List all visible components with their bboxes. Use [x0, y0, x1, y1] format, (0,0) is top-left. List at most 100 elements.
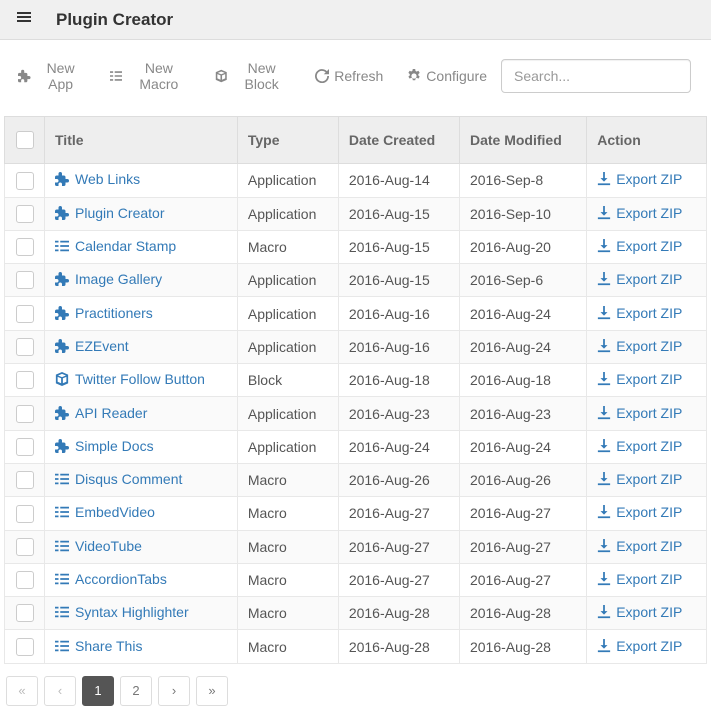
row-checkbox[interactable] — [16, 238, 34, 256]
table-row: Twitter Follow ButtonBlock2016-Aug-18201… — [5, 364, 707, 397]
plugin-title-link[interactable]: EZEvent — [55, 338, 129, 354]
plugin-title-link[interactable]: AccordionTabs — [55, 571, 167, 587]
row-checkbox[interactable] — [16, 271, 34, 289]
row-checkbox[interactable] — [16, 338, 34, 356]
plugin-created: 2016-Aug-28 — [338, 597, 459, 630]
download-icon — [597, 372, 611, 386]
plugin-title-link[interactable]: Plugin Creator — [55, 205, 165, 221]
download-icon — [597, 472, 611, 486]
row-checkbox[interactable] — [16, 205, 34, 223]
plugin-title-link[interactable]: Simple Docs — [55, 438, 154, 454]
plugin-title-link[interactable]: Calendar Stamp — [55, 238, 176, 254]
configure-button[interactable]: Configure — [397, 62, 497, 90]
plugin-title-text: Plugin Creator — [75, 205, 165, 221]
export-zip-link[interactable]: Export ZIP — [597, 538, 682, 554]
plugin-title-link[interactable]: Disqus Comment — [55, 471, 182, 487]
export-zip-link[interactable]: Export ZIP — [597, 305, 682, 321]
download-icon — [597, 272, 611, 286]
gear-icon — [407, 69, 421, 83]
export-zip-label: Export ZIP — [616, 638, 682, 654]
table-row: Plugin CreatorApplication2016-Aug-152016… — [5, 197, 707, 230]
export-zip-link[interactable]: Export ZIP — [597, 604, 682, 620]
new-macro-button[interactable]: New Macro — [100, 54, 201, 98]
plugin-type: Block — [237, 364, 338, 397]
new-app-button[interactable]: New App — [8, 54, 96, 98]
row-checkbox[interactable] — [16, 305, 34, 323]
plugin-created: 2016-Aug-23 — [338, 397, 459, 430]
plugin-title-link[interactable]: Share This — [55, 638, 142, 654]
new-app-label: New App — [36, 60, 86, 92]
export-zip-link[interactable]: Export ZIP — [597, 171, 682, 187]
plugin-created: 2016-Aug-26 — [338, 463, 459, 496]
header-title[interactable]: Title — [45, 117, 238, 164]
export-zip-link[interactable]: Export ZIP — [597, 338, 682, 354]
plugin-title-text: API Reader — [75, 405, 147, 421]
plugin-title-link[interactable]: Twitter Follow Button — [55, 371, 205, 387]
export-zip-label: Export ZIP — [616, 471, 682, 487]
export-zip-link[interactable]: Export ZIP — [597, 571, 682, 587]
plugin-title-link[interactable]: Syntax Highlighter — [55, 604, 189, 620]
export-zip-link[interactable]: Export ZIP — [597, 371, 682, 387]
row-checkbox[interactable] — [16, 405, 34, 423]
plugin-title-link[interactable]: EmbedVideo — [55, 504, 155, 520]
select-all-checkbox[interactable] — [16, 131, 34, 149]
plugin-title-link[interactable]: Web Links — [55, 171, 140, 187]
export-zip-link[interactable]: Export ZIP — [597, 238, 682, 254]
row-checkbox[interactable] — [16, 471, 34, 489]
row-checkbox[interactable] — [16, 438, 34, 456]
list-icon — [55, 505, 69, 519]
row-checkbox[interactable] — [16, 505, 34, 523]
plugin-modified: 2016-Aug-18 — [459, 364, 586, 397]
new-macro-label: New Macro — [127, 60, 190, 92]
export-zip-link[interactable]: Export ZIP — [597, 405, 682, 421]
plugin-created: 2016-Aug-27 — [338, 563, 459, 596]
search-input[interactable] — [501, 59, 691, 93]
page-prev-button[interactable]: ‹ — [44, 676, 76, 706]
plugin-title-link[interactable]: Image Gallery — [55, 271, 162, 287]
download-icon — [597, 539, 611, 553]
plugin-modified: 2016-Aug-27 — [459, 497, 586, 530]
refresh-icon — [315, 69, 329, 83]
puzzle-icon — [55, 339, 69, 353]
bars-icon — [16, 9, 32, 25]
page-first-button[interactable]: « — [6, 676, 38, 706]
plugin-title-link[interactable]: VideoTube — [55, 538, 142, 554]
plugin-title-link[interactable]: API Reader — [55, 405, 147, 421]
new-block-button[interactable]: New Block — [205, 54, 302, 98]
puzzle-icon — [18, 69, 31, 83]
export-zip-link[interactable]: Export ZIP — [597, 438, 682, 454]
plugin-type: Application — [237, 164, 338, 197]
plugin-created: 2016-Aug-28 — [338, 630, 459, 663]
export-zip-link[interactable]: Export ZIP — [597, 271, 682, 287]
row-checkbox[interactable] — [16, 571, 34, 589]
plugin-created: 2016-Aug-24 — [338, 430, 459, 463]
plugin-title-text: VideoTube — [75, 538, 142, 554]
export-zip-link[interactable]: Export ZIP — [597, 471, 682, 487]
plugin-title-link[interactable]: Practitioners — [55, 305, 153, 321]
export-zip-link[interactable]: Export ZIP — [597, 504, 682, 520]
plugins-table: Title Type Date Created Date Modified Ac… — [4, 116, 707, 664]
menu-toggle-button[interactable] — [10, 5, 38, 34]
header-created[interactable]: Date Created — [338, 117, 459, 164]
export-zip-label: Export ZIP — [616, 238, 682, 254]
row-checkbox[interactable] — [16, 638, 34, 656]
refresh-button[interactable]: Refresh — [305, 62, 393, 90]
plugin-modified: 2016-Aug-24 — [459, 430, 586, 463]
row-checkbox[interactable] — [16, 538, 34, 556]
header-modified[interactable]: Date Modified — [459, 117, 586, 164]
plugin-created: 2016-Aug-15 — [338, 230, 459, 263]
row-checkbox[interactable] — [16, 604, 34, 622]
page-number-button[interactable]: 2 — [120, 676, 152, 706]
header-type[interactable]: Type — [237, 117, 338, 164]
row-checkbox[interactable] — [16, 172, 34, 190]
list-icon — [110, 69, 123, 83]
plugin-title-text: Disqus Comment — [75, 471, 182, 487]
export-zip-link[interactable]: Export ZIP — [597, 638, 682, 654]
page-last-button[interactable]: » — [196, 676, 228, 706]
row-checkbox[interactable] — [16, 371, 34, 389]
plugin-modified: 2016-Sep-8 — [459, 164, 586, 197]
page-number-button[interactable]: 1 — [82, 676, 114, 706]
page-next-button[interactable]: › — [158, 676, 190, 706]
export-zip-link[interactable]: Export ZIP — [597, 205, 682, 221]
plugin-type: Application — [237, 264, 338, 297]
